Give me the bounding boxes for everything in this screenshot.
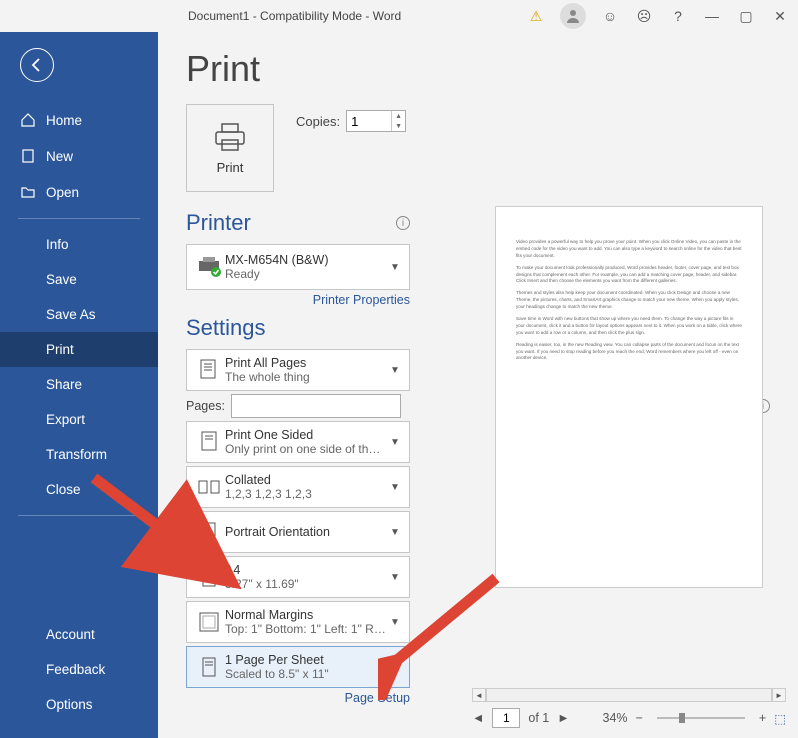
- pages-icon: [193, 358, 225, 382]
- copies-down-icon[interactable]: ▼: [392, 121, 405, 131]
- fit-page-icon[interactable]: ⬚: [774, 711, 786, 726]
- margins-icon: [193, 611, 225, 633]
- sidebar-item-open[interactable]: Open: [0, 174, 158, 210]
- help-icon[interactable]: ?: [668, 6, 688, 26]
- scroll-left-icon[interactable]: ◄: [472, 688, 486, 702]
- orientation-dropdown[interactable]: Portrait Orientation ▼: [186, 511, 410, 553]
- chevron-down-icon: ▼: [387, 527, 403, 538]
- portrait-icon: [193, 521, 225, 543]
- copies-up-icon[interactable]: ▲: [392, 111, 405, 121]
- page-setup-link[interactable]: Page Setup: [186, 691, 410, 705]
- chevron-down-icon: ▼: [387, 572, 403, 583]
- minimize-icon[interactable]: —: [702, 6, 722, 26]
- printer-heading: Printer: [186, 210, 251, 236]
- paper-icon: [193, 566, 225, 588]
- sidebar-item-save[interactable]: Save: [0, 262, 158, 297]
- sidebar-item-account[interactable]: Account: [0, 617, 158, 652]
- chevron-down-icon: ▼: [387, 662, 403, 673]
- window-title: Document1 - Compatibility Mode - Word: [188, 9, 401, 23]
- sidebar-item-new[interactable]: New: [0, 138, 158, 174]
- margins-dropdown[interactable]: Normal MarginsTop: 1" Bottom: 1" Left: 1…: [186, 601, 410, 643]
- titlebar: Document1 - Compatibility Mode - Word ⚠ …: [0, 0, 798, 32]
- chevron-down-icon: ▼: [387, 617, 403, 628]
- print-button[interactable]: Print: [186, 104, 274, 192]
- pages-input[interactable]: [231, 394, 401, 418]
- collated-icon: [193, 478, 225, 496]
- account-icon[interactable]: [560, 3, 586, 29]
- back-button[interactable]: [20, 48, 54, 82]
- info-icon[interactable]: i: [396, 216, 410, 230]
- zoom-out-icon[interactable]: −: [636, 711, 643, 725]
- copies-input[interactable]: 1 ▲▼: [346, 110, 406, 132]
- chevron-down-icon: ▼: [387, 262, 403, 273]
- page-number-input[interactable]: [492, 708, 520, 728]
- scale-dropdown[interactable]: 1 Page Per SheetScaled to 8.5" x 11" ▼: [186, 646, 410, 688]
- settings-heading: Settings: [186, 315, 266, 341]
- next-page-icon[interactable]: ►: [557, 711, 569, 725]
- sidebar-item-saveas[interactable]: Save As: [0, 297, 158, 332]
- paper-dropdown[interactable]: A48.27" x 11.69" ▼: [186, 556, 410, 598]
- chevron-down-icon: ▼: [387, 482, 403, 493]
- sidebar-item-options[interactable]: Options: [0, 687, 158, 722]
- sidebar-item-share[interactable]: Share: [0, 367, 158, 402]
- printer-properties-link[interactable]: Printer Properties: [186, 293, 410, 307]
- print-range-dropdown[interactable]: Print All PagesThe whole thing ▼: [186, 349, 410, 391]
- sidebar-item-close[interactable]: Close: [0, 472, 158, 507]
- sidebar-item-print[interactable]: Print: [0, 332, 158, 367]
- preview-page: Video provides a powerful way to help yo…: [495, 206, 763, 588]
- chevron-down-icon: ▼: [387, 365, 403, 376]
- scroll-right-icon[interactable]: ►: [772, 688, 786, 702]
- backstage-sidebar: Home New Open Info Save Save As Print Sh…: [0, 32, 158, 738]
- frown-icon[interactable]: ☹: [634, 6, 654, 26]
- pages-label: Pages:: [186, 399, 225, 413]
- printer-dropdown[interactable]: MX-M654N (B&W)Ready ▼: [186, 244, 410, 290]
- preview-scrollbar[interactable]: ◄ ►: [472, 688, 786, 702]
- close-icon[interactable]: ✕: [770, 6, 790, 26]
- copies-label: Copies:: [296, 114, 340, 129]
- printer-icon: [193, 256, 225, 278]
- zoom-label: 34%: [603, 711, 628, 725]
- sidebar-item-info[interactable]: Info: [0, 227, 158, 262]
- zoom-in-icon[interactable]: +: [759, 711, 766, 725]
- page-total: of 1: [528, 711, 549, 725]
- chevron-down-icon: ▼: [387, 437, 403, 448]
- zoom-slider[interactable]: [657, 717, 745, 719]
- maximize-icon[interactable]: ▢: [736, 6, 756, 26]
- sidebar-item-feedback[interactable]: Feedback: [0, 652, 158, 687]
- print-preview: Video provides a powerful way to help yo…: [460, 32, 798, 738]
- prev-page-icon[interactable]: ◄: [472, 711, 484, 725]
- smile-icon[interactable]: ☺: [600, 6, 620, 26]
- sidebar-item-export[interactable]: Export: [0, 402, 158, 437]
- sidebar-item-home[interactable]: Home: [0, 102, 158, 138]
- sided-dropdown[interactable]: Print One SidedOnly print on one side of…: [186, 421, 410, 463]
- collated-dropdown[interactable]: Collated1,2,3 1,2,3 1,2,3 ▼: [186, 466, 410, 508]
- sidebar-item-transform[interactable]: Transform: [0, 437, 158, 472]
- warning-icon[interactable]: ⚠: [526, 6, 546, 26]
- one-sided-icon: [193, 430, 225, 454]
- per-sheet-icon: [193, 656, 225, 678]
